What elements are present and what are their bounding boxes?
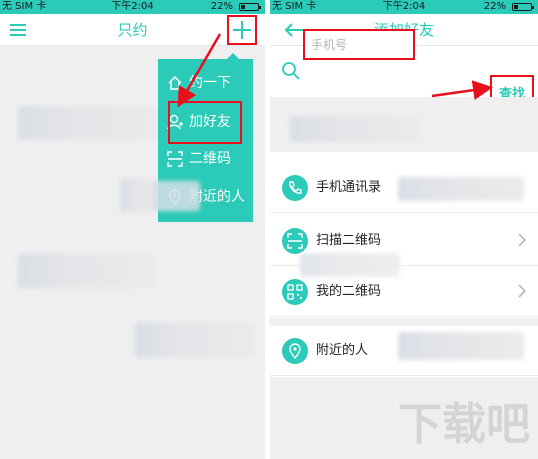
arrow-to-add-friend (177, 33, 222, 108)
arrow-to-find (431, 80, 493, 101)
annotation-arrows (177, 33, 493, 108)
